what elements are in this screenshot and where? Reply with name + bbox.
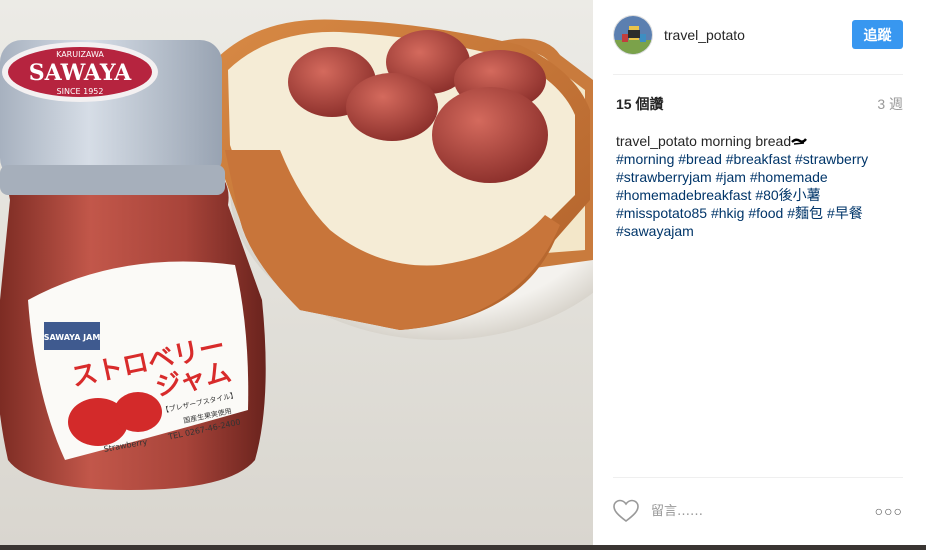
hashtag-link[interactable]: #bread [678,151,722,167]
hashtag-link[interactable]: #早餐 [827,205,863,221]
more-options-icon: ○○○ [874,503,903,519]
caption-author[interactable]: travel_potato [616,133,697,149]
jar-lid-brand: SAWAYA [29,60,132,86]
caption-text: morning bread [700,133,792,149]
jar-lid-top-text: KARUIZAWA [56,50,104,59]
post-side-panel: travel_potato 追蹤 15 個讚 3 週 travel_potato… [593,0,926,545]
hashtag-link[interactable]: #breakfast [726,151,791,167]
post-photo[interactable]: SAWAYA KARUIZAWA SINCE 1952 SAWAYA JAM ス… [0,0,593,545]
hashtag-list: #morning #bread #breakfast #strawberry #… [616,151,868,239]
post-caption: travel_potato morning bread #morning #br… [616,132,906,240]
hashtag-link[interactable]: #homemadebreakfast [616,187,751,203]
more-options-button[interactable]: ○○○ [875,503,903,519]
hashtag-link[interactable]: #homemade [750,169,828,185]
post-header: travel_potato 追蹤 [613,15,903,55]
post-time[interactable]: 3 週 [877,94,903,114]
post-meta: 15 個讚 3 週 [616,94,903,114]
hashtag-link[interactable]: #misspotato85 [616,205,707,221]
avatar[interactable] [613,15,653,55]
hashtag-link[interactable]: #strawberryjam [616,169,712,185]
like-heart-icon[interactable] [613,499,639,523]
username-link[interactable]: travel_potato [664,27,745,43]
hashtag-link[interactable]: #sawayajam [616,223,694,239]
header-divider [613,74,903,75]
hashtag-link[interactable]: #food [748,205,783,221]
likes-count[interactable]: 15 個讚 [616,94,663,114]
comment-input[interactable] [651,503,851,519]
hashtag-link[interactable]: #麵包 [787,205,823,221]
breakfast-photo-illustration: SAWAYA KARUIZAWA SINCE 1952 SAWAYA JAM ス… [0,0,593,545]
follow-button[interactable]: 追蹤 [852,20,903,49]
hashtag-link[interactable]: #morning [616,151,674,167]
avatar-image-icon [614,16,652,54]
actions-divider [613,477,903,478]
hashtag-link[interactable]: #80後小薯 [755,187,820,203]
label-brand: SAWAYA JAM [44,333,101,342]
hashtag-link[interactable]: #jam [716,169,746,185]
hashtag-link[interactable]: #strawberry [795,151,868,167]
post-actions: ○○○ [613,496,903,526]
hashtag-link[interactable]: #hkig [711,205,744,221]
jar-lid-since-text: SINCE 1952 [57,87,104,96]
bottom-strip [0,545,926,550]
sleepy-eyes-emoji-icon [791,138,808,145]
